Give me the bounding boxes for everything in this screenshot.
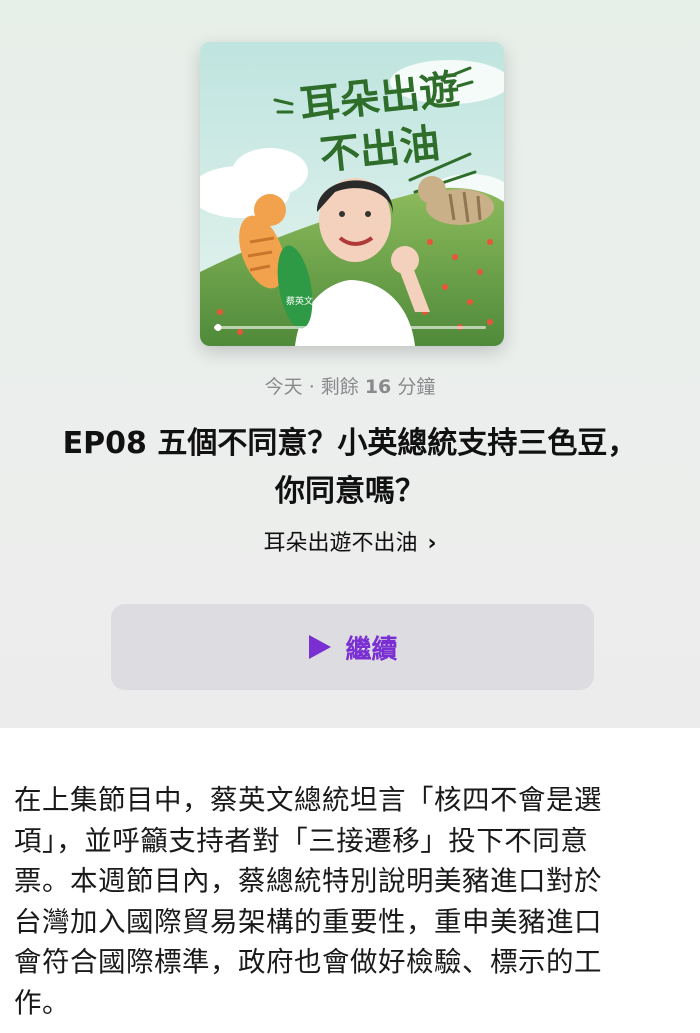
doll-badge-text: 蔡英文 [286, 295, 313, 307]
description-line: 項」，並呼籲支持者對「三接遷移」投下不同意 [14, 824, 589, 857]
play-icon [309, 635, 332, 659]
description-line: 在上集節目中，蔡英文總統坦言「核四不會是選 [14, 784, 602, 816]
episode-title-line1: EP08 五個不同意？小英總統支持三色豆， [62, 426, 638, 461]
continue-button[interactable]: 繼續 [111, 604, 594, 690]
episode-meta: 今天 · 剩餘 16 分鐘 [0, 372, 700, 399]
meta-suffix: 分鐘 [397, 376, 436, 398]
podcast-artwork[interactable]: 耳朵出遊 不出油 蔡英文 [200, 42, 504, 346]
chevron-right-icon: › [427, 531, 437, 556]
show-name-link[interactable]: 耳朵出遊不出油 › [0, 524, 700, 564]
episode-title-line2: 你同意嗎？ [275, 474, 425, 509]
continue-button-label: 繼續 [345, 634, 398, 665]
episode-description: 在上集節目中，蔡英文總統坦言「核四不會是選 項」，並呼籲支持者對「三接遷移」投下… [14, 780, 686, 1023]
show-name[interactable]: 耳朵出遊不出油 [263, 531, 417, 556]
description-line: 票。本週節目內，蔡總統特別說明美豬進口對於 [14, 865, 602, 897]
playback-progress-handle[interactable] [214, 324, 222, 331]
description-line: 會符合國際標準，政府也會做好檢驗、標示的工 [14, 946, 602, 978]
description-line: 作。 [14, 986, 70, 1019]
description-line: 台灣加入國際貿易架構的重要性，重申美豬進口 [14, 905, 602, 938]
episode-title: EP08 五個不同意？小英總統支持三色豆， 你同意嗎？ [0, 420, 700, 516]
artwork-image: 耳朵出遊 不出油 蔡英文 [200, 42, 504, 346]
remaining-minutes: 16 [364, 376, 392, 398]
meta-prefix: 今天 · 剩餘 [264, 376, 359, 398]
